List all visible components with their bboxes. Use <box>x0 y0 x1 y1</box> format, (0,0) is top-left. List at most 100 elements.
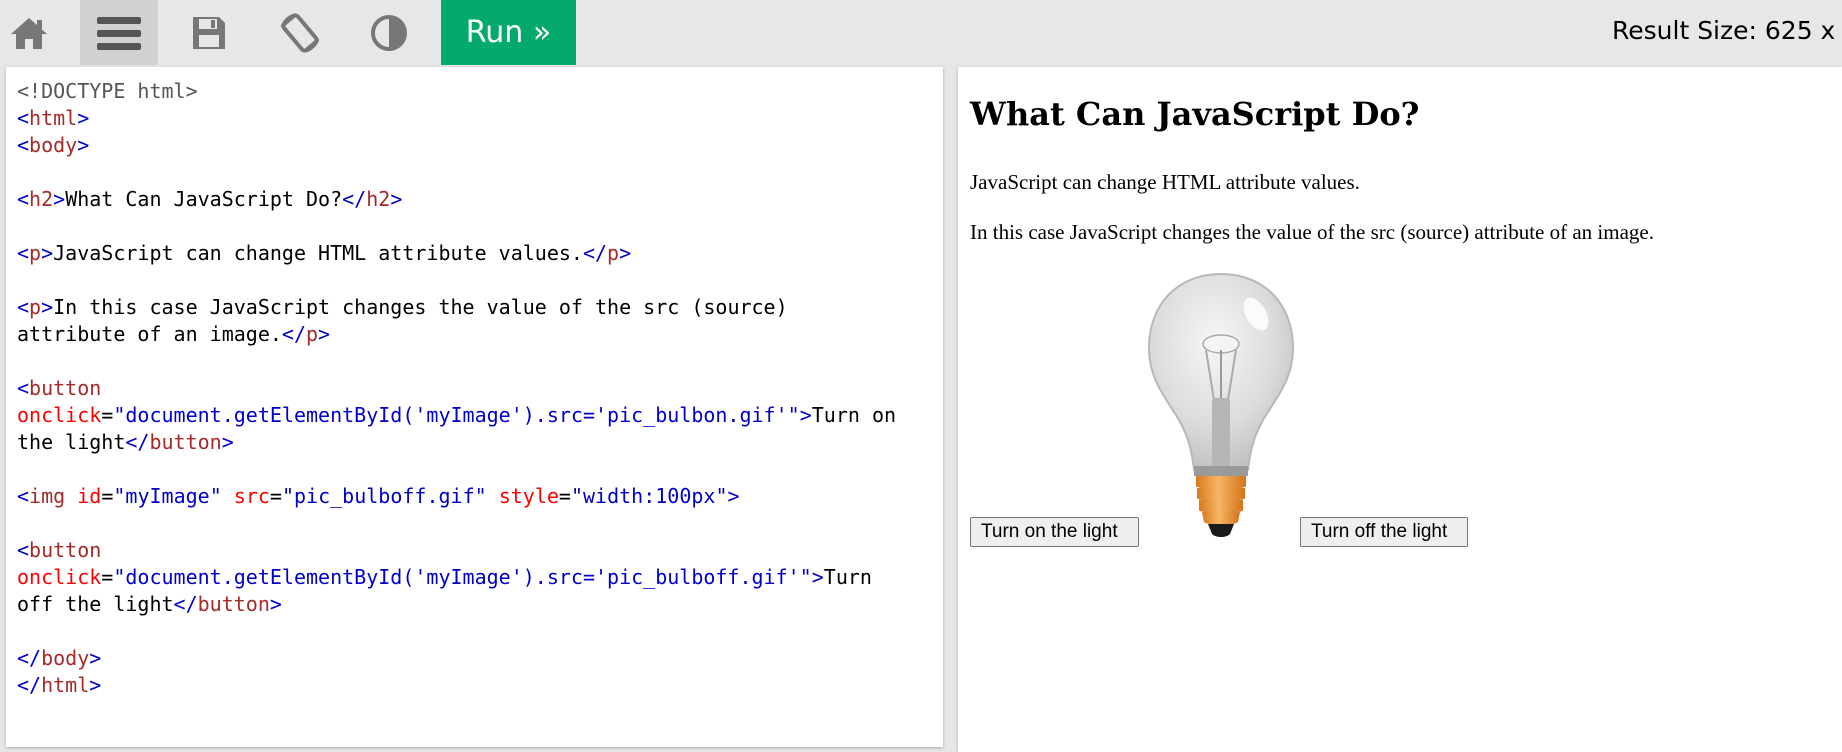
code-line: <button <box>17 537 896 564</box>
tag-name: h2 <box>366 187 391 211</box>
save-icon <box>191 15 227 51</box>
bracket: </ <box>125 430 150 454</box>
bracket: </ <box>17 673 42 697</box>
bracket: > <box>41 241 54 265</box>
result-paragraph-1: JavaScript can change HTML attribute val… <box>970 170 1360 194</box>
tag-name: p <box>306 322 319 346</box>
equals: = <box>101 403 114 427</box>
bracket: > <box>77 106 90 130</box>
code-text-content: off the light <box>17 592 174 616</box>
attr-name: style <box>498 484 559 508</box>
turn-off-light-button[interactable]: Turn off the light <box>1300 517 1468 547</box>
tag-name: button <box>197 592 270 616</box>
toolbar: Run » Result Size: 625 x 6 <box>0 0 1842 65</box>
bracket: > <box>53 187 66 211</box>
tag-name: p <box>607 241 620 265</box>
equals: = <box>269 484 282 508</box>
home-icon <box>9 15 49 51</box>
bracket: </ <box>17 646 42 670</box>
tag-name: h2 <box>29 187 54 211</box>
bracket: > <box>269 592 282 616</box>
equals: = <box>558 484 571 508</box>
bracket: </ <box>582 241 608 265</box>
equals: = <box>101 565 114 589</box>
attr-value: "width:100px" <box>570 484 728 508</box>
code-text-content: attribute of an image. <box>17 322 282 346</box>
bracket: </ <box>173 592 198 616</box>
code-line: off the light</button> <box>17 591 896 618</box>
attr-value: "pic_bulboff.gif" <box>281 484 487 508</box>
bracket: > <box>619 241 632 265</box>
tag-name: button <box>149 430 222 454</box>
code-text-content: What Can JavaScript Do? <box>65 187 343 211</box>
run-button[interactable]: Run » <box>441 0 576 65</box>
code-line: onclick="document.getElementById('myImag… <box>17 402 896 429</box>
bracket: </ <box>281 322 306 346</box>
result-paragraph-2: In this case JavaScript changes the valu… <box>970 220 1654 244</box>
save-button[interactable] <box>179 0 239 65</box>
attr-name: onclick <box>17 565 102 589</box>
bracket: < <box>17 106 30 130</box>
code-line: <button <box>17 375 896 402</box>
result-heading: What Can JavaScript Do? <box>970 95 1420 133</box>
rotate-button[interactable] <box>270 0 330 65</box>
code-text[interactable]: <!DOCTYPE html> <html> <body> <h2>What Can … <box>17 78 896 699</box>
bracket: > <box>77 133 90 157</box>
tag-name: p <box>29 295 42 319</box>
attr-value: "myImage" <box>113 484 222 508</box>
code-line: </body> <box>17 645 896 672</box>
code-editor[interactable]: <!DOCTYPE html> <html> <body> <h2>What Can … <box>6 67 943 747</box>
code-line: <html> <box>17 105 896 132</box>
bracket: > <box>89 646 102 670</box>
bracket: </ <box>342 187 367 211</box>
tag-name: body <box>41 646 90 670</box>
attr-name: src <box>233 484 270 508</box>
bracket: > <box>221 430 234 454</box>
code-line: the light</button> <box>17 429 896 456</box>
attr-name: id <box>77 484 102 508</box>
bracket: > <box>41 295 54 319</box>
equals: = <box>101 484 114 508</box>
bracket: < <box>17 187 30 211</box>
contrast-icon <box>370 14 408 52</box>
tag-name: button <box>29 538 102 562</box>
turn-on-light-button[interactable]: Turn on the light <box>970 517 1139 547</box>
code-line: <h2>What Can JavaScript Do?</h2> <box>17 186 896 213</box>
bracket: < <box>17 376 30 400</box>
code-line: attribute of an image.</p> <box>17 321 896 348</box>
code-line: <img id="myImage" src="pic_bulboff.gif" … <box>17 483 896 510</box>
bracket: < <box>17 295 30 319</box>
menu-button[interactable] <box>80 0 158 65</box>
result-size-label: Result Size: 625 x 6 <box>1612 16 1842 45</box>
lightbulb-image <box>1144 270 1298 542</box>
code-text-content: Turn on <box>811 403 897 427</box>
code-text-content: Turn <box>823 565 872 589</box>
bracket: < <box>17 538 30 562</box>
code-line: onclick="document.getElementById('myImag… <box>17 564 896 591</box>
doctype: <!DOCTYPE html> <box>17 79 198 103</box>
bracket: > <box>727 484 740 508</box>
attr-value: "document.getElementById('myImage').src=… <box>113 565 812 589</box>
theme-button[interactable] <box>359 0 419 65</box>
tag-name: img <box>29 484 66 508</box>
code-text-content: In this case JavaScript changes the valu… <box>53 295 788 319</box>
attr-name: onclick <box>17 403 102 427</box>
code-text-content: the light <box>17 430 126 454</box>
tag-name: p <box>29 241 42 265</box>
code-line: <p>JavaScript can change HTML attribute … <box>17 240 896 267</box>
home-button[interactable] <box>0 0 58 65</box>
bracket: < <box>17 241 30 265</box>
rotate-icon <box>278 11 322 55</box>
code-text-content: JavaScript can change HTML attribute val… <box>53 241 583 265</box>
attr-value: "document.getElementById('myImage').src=… <box>113 403 800 427</box>
